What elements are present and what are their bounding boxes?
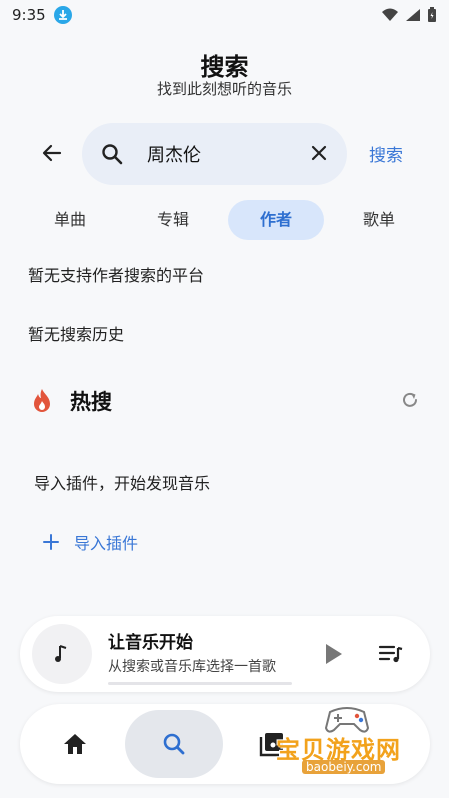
home-icon bbox=[64, 734, 86, 754]
plus-icon bbox=[43, 534, 59, 550]
page-subtitle: 找到此刻想听的音乐 bbox=[156, 80, 292, 98]
search-row: 周杰伦 搜索 bbox=[0, 120, 449, 186]
nav-home[interactable] bbox=[26, 710, 124, 778]
watermark: 宝贝游戏网 baobeiy.com bbox=[262, 700, 442, 780]
music-note-icon bbox=[55, 645, 67, 662]
search-icon bbox=[102, 144, 123, 165]
battery-icon bbox=[428, 7, 436, 22]
status-icons bbox=[381, 7, 437, 23]
tab-playlists[interactable]: 歌单 bbox=[331, 200, 427, 240]
search-nav-icon bbox=[163, 733, 185, 755]
no-history-notice: 暂无搜索历史 bbox=[28, 325, 125, 344]
back-button[interactable] bbox=[36, 137, 68, 169]
import-plugin-label: 导入插件 bbox=[74, 534, 139, 553]
fire-icon bbox=[34, 389, 50, 412]
hot-search-header: 热搜 bbox=[30, 384, 420, 418]
close-icon[interactable] bbox=[309, 143, 329, 163]
arrow-left-icon bbox=[42, 144, 62, 162]
search-type-tabs: 单曲 专辑 作者 歌单 bbox=[0, 200, 449, 242]
watermark-url: baobeiy.com bbox=[302, 760, 386, 774]
no-platform-notice: 暂无支持作者搜索的平台 bbox=[28, 266, 205, 285]
empty-plugins-text: 导入插件，开始发现音乐 bbox=[34, 474, 211, 493]
nav-search[interactable] bbox=[125, 710, 223, 778]
refresh-icon[interactable] bbox=[400, 390, 420, 410]
page-header: 搜索 找到此刻想听的音乐 bbox=[0, 52, 449, 99]
download-icon bbox=[53, 6, 72, 24]
tab-songs[interactable]: 单曲 bbox=[22, 200, 118, 240]
tab-artists[interactable]: 作者 bbox=[228, 200, 324, 240]
status-time: 9:35 bbox=[12, 6, 46, 24]
hot-search-title: 热搜 bbox=[70, 390, 112, 414]
import-plugin-button[interactable]: 导入插件 bbox=[42, 530, 138, 554]
search-button[interactable]: 搜索 bbox=[369, 141, 403, 166]
tab-albums[interactable]: 专辑 bbox=[125, 200, 221, 240]
search-box[interactable]: 周杰伦 bbox=[82, 123, 347, 185]
play-icon[interactable] bbox=[322, 642, 344, 666]
signal-icon bbox=[406, 9, 420, 21]
wifi-icon bbox=[382, 8, 398, 21]
playlist-icon[interactable] bbox=[378, 643, 404, 665]
cover-art bbox=[32, 624, 92, 684]
player-progress bbox=[108, 682, 292, 685]
mini-player[interactable]: 让音乐开始 从搜索或音乐库选择一首歌 bbox=[20, 616, 430, 692]
player-title: 让音乐开始 bbox=[108, 633, 193, 653]
search-input[interactable]: 周杰伦 bbox=[147, 141, 201, 167]
player-subtitle: 从搜索或音乐库选择一首歌 bbox=[108, 659, 276, 675]
status-bar: 9:35 bbox=[0, 0, 449, 30]
